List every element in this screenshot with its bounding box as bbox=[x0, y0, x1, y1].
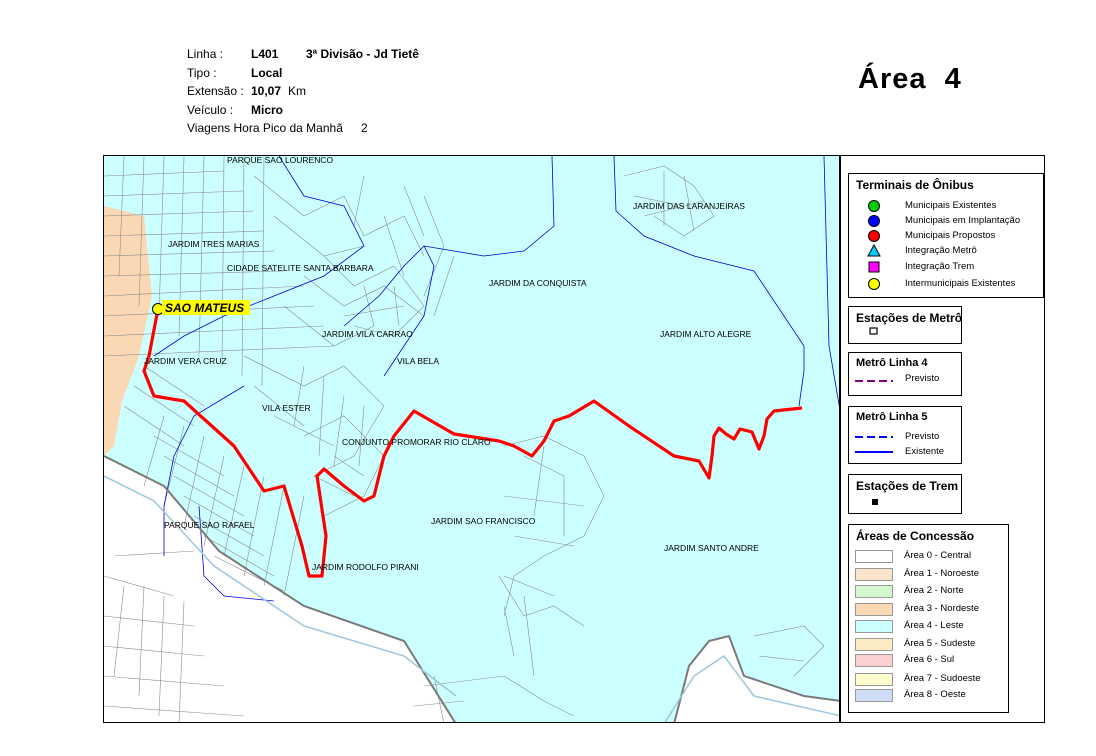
circle-icon bbox=[868, 200, 880, 212]
area-legend-label: Área 5 - Sudeste bbox=[904, 638, 976, 649]
sao-mateus-label: SAO MATEUS bbox=[165, 301, 244, 315]
tipo-value: Local bbox=[251, 66, 283, 80]
area-1-swatch bbox=[855, 568, 893, 581]
area-5-swatch bbox=[855, 638, 893, 651]
linha-label: Linha : bbox=[187, 47, 224, 61]
legend-panel: Terminais de Ônibus Municipais Existente… bbox=[840, 155, 1045, 723]
solid-line-icon bbox=[855, 451, 893, 453]
area-4-swatch bbox=[855, 620, 893, 633]
legend-metro-linha-4: Metrô Linha 4 Previsto bbox=[848, 352, 962, 396]
label-jardim-alto-alegre: JARDIM ALTO ALEGRE bbox=[660, 329, 752, 339]
legend-terminais-title: Terminais de Ônibus bbox=[856, 178, 974, 192]
tipo-label: Tipo : bbox=[187, 66, 217, 80]
map-canvas[interactable]: SAO MATEUS PARQUE SAO LOURENCO JARDIM DA… bbox=[104, 156, 840, 723]
legend-areas-title: Áreas de Concessão bbox=[856, 529, 975, 543]
label-jardim-tres-marias: JARDIM TRES MARIAS bbox=[168, 239, 260, 249]
area-6-swatch bbox=[855, 654, 893, 667]
area-legend-label: Área 8 - Oeste bbox=[904, 689, 966, 700]
label-jardim-sao-francisco: JARDIM SAO FRANCISCO bbox=[431, 516, 536, 526]
legend-estacoes-trem: Estações de Trem bbox=[848, 474, 962, 514]
triangle-icon bbox=[867, 244, 881, 257]
circle-icon bbox=[868, 230, 880, 242]
legend-areas-concessao: Áreas de Concessão Área 0 - Central Área… bbox=[848, 524, 1009, 713]
legend-metro5-previsto: Previsto bbox=[905, 431, 940, 442]
legend-metro-linha-4-title: Metrô Linha 4 bbox=[856, 357, 928, 369]
viagens-label: Viagens Hora Pico da Manhã bbox=[187, 121, 343, 135]
extensao-label: Extensão : bbox=[187, 84, 244, 98]
legend-metro4-previsto: Previsto bbox=[905, 373, 940, 384]
circle-icon bbox=[868, 215, 880, 227]
area-title: Área 4 bbox=[858, 63, 962, 95]
label-jardim-da-conquista: JARDIM DA CONQUISTA bbox=[489, 278, 587, 288]
extensao-value: 10,07 bbox=[251, 84, 282, 98]
label-cidade-satelite: CIDADE SATELITE SANTA BARBARA bbox=[227, 263, 374, 273]
label-jardim-vila-carrao: JARDIM VILA CARRAO bbox=[322, 329, 413, 339]
label-jardim-rodolfo-pirani: JARDIM RODOLFO PIRANI bbox=[312, 562, 419, 572]
legend-metro5-existente: Existente bbox=[905, 446, 945, 457]
area-2-swatch bbox=[855, 585, 893, 598]
legend-estacoes-trem-title: Estações de Trem bbox=[856, 479, 959, 493]
legend-metro-linha-5: Metrô Linha 5 Previsto Existente bbox=[848, 406, 962, 464]
area-legend-label: Área 2 - Norte bbox=[904, 585, 964, 596]
legend-terminal-label: Municipais Propostos bbox=[905, 230, 996, 241]
area-legend-label: Área 6 - Sul bbox=[904, 654, 955, 665]
legend-terminal-label: Municipais Existentes bbox=[905, 200, 997, 211]
legend-estacoes-metro: Estações de Metrô bbox=[848, 306, 962, 344]
linha-code: L401 bbox=[251, 47, 279, 61]
legend-terminal-label: Intermunicipais Existentes bbox=[905, 278, 1016, 289]
legend-terminal-label: Integração Trem bbox=[905, 261, 975, 272]
area-legend-label: Área 0 - Central bbox=[904, 550, 972, 561]
extensao-unit: Km bbox=[288, 84, 306, 98]
legend-metro-linha-5-title: Metrô Linha 5 bbox=[856, 411, 928, 423]
legend-terminais: Terminais de Ônibus Municipais Existente… bbox=[848, 173, 1044, 298]
linha-name: 3ª Divisão - Jd Tietê bbox=[306, 47, 419, 61]
label-vila-bela: VILA BELA bbox=[397, 356, 439, 366]
metro-station-icon bbox=[869, 327, 878, 335]
area-0-swatch bbox=[855, 550, 893, 563]
label-jardim-das-laranjeiras: JARDIM DAS LARANJEIRAS bbox=[633, 201, 745, 211]
area-legend-label: Área 3 - Nordeste bbox=[904, 603, 979, 614]
label-jardim-santo-andre: JARDIM SANTO ANDRE bbox=[664, 543, 759, 553]
legend-terminal-label: Integração Metrô bbox=[905, 245, 977, 256]
area-legend-label: Área 7 - Sudoeste bbox=[904, 673, 981, 684]
area-legend-label: Área 4 - Leste bbox=[904, 620, 964, 631]
circle-icon bbox=[868, 278, 880, 290]
dashed-line-icon bbox=[855, 380, 893, 382]
label-vila-ester: VILA ESTER bbox=[262, 403, 311, 413]
legend-estacoes-metro-title: Estações de Metrô bbox=[856, 311, 963, 325]
area-3-swatch bbox=[855, 603, 893, 616]
legend-terminal-label: Municipais em Implantação bbox=[905, 215, 1021, 226]
label-parque-sao-rafael: PARQUE SAO RAFAEL bbox=[164, 520, 255, 530]
veiculo-value: Micro bbox=[251, 103, 284, 117]
label-parque-sao-lourenco: PARQUE SAO LOURENCO bbox=[227, 156, 334, 165]
label-conjunto-promorar: CONJUNTO PROMORAR RIO CLARO bbox=[342, 437, 491, 447]
area-legend-label: Área 1 - Noroeste bbox=[904, 568, 979, 579]
square-icon bbox=[868, 261, 880, 273]
veiculo-label: Veículo : bbox=[187, 103, 234, 117]
area-8-swatch bbox=[855, 689, 893, 702]
dashed-line-icon bbox=[855, 436, 893, 438]
sao-mateus-terminal-icon bbox=[152, 303, 164, 315]
train-station-icon bbox=[872, 499, 878, 505]
map-panel[interactable]: SAO MATEUS PARQUE SAO LOURENCO JARDIM DA… bbox=[103, 155, 840, 723]
label-jardim-vera-cruz: JARDIM VERA CRUZ bbox=[144, 356, 227, 366]
area-7-swatch bbox=[855, 673, 893, 686]
viagens-value: 2 bbox=[361, 121, 368, 135]
